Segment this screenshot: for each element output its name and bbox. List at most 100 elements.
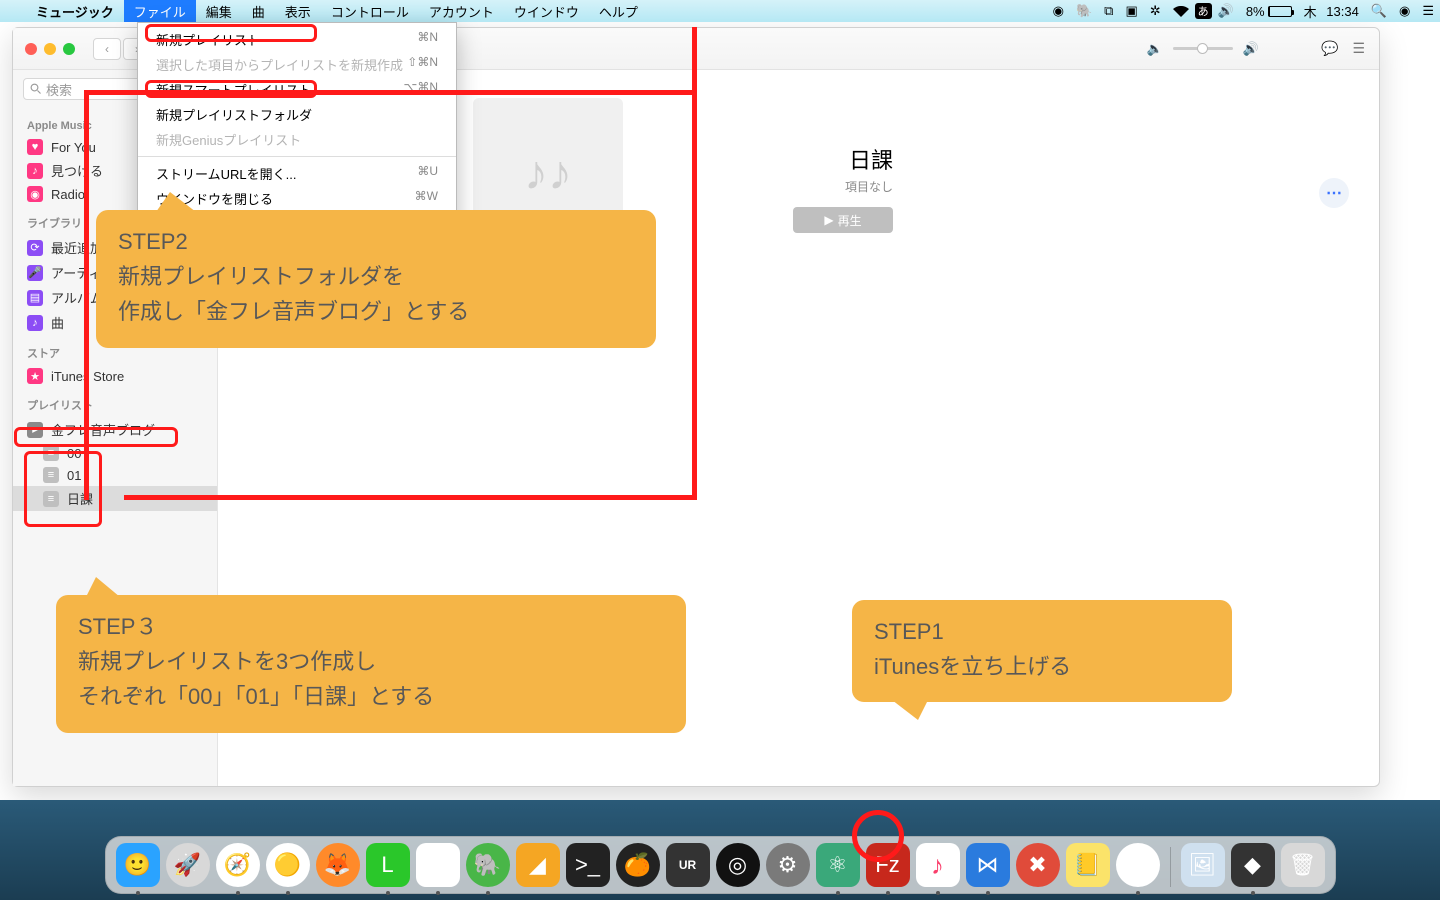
dock-inkscape[interactable]: ◆ bbox=[1231, 843, 1275, 887]
dock-app-orange[interactable]: ◢ bbox=[516, 843, 560, 887]
menu-コントロール[interactable]: コントロール bbox=[321, 0, 419, 22]
status-line-icon[interactable]: ◉ bbox=[1047, 3, 1070, 19]
star-icon: ★ bbox=[27, 368, 43, 384]
lyrics-icon[interactable]: 💬 bbox=[1321, 40, 1338, 57]
close-button[interactable] bbox=[25, 43, 37, 55]
back-button[interactable]: ‹ bbox=[93, 38, 121, 60]
dock-finder[interactable]: 🙂 bbox=[116, 843, 160, 887]
playlist-info: 日課 項目なし ▶ 再生 bbox=[793, 143, 893, 233]
album-icon: ▤ bbox=[27, 290, 43, 306]
menu-編集[interactable]: 編集 bbox=[196, 0, 242, 22]
menu-ファイル[interactable]: ファイル bbox=[124, 0, 196, 22]
dock-ur242[interactable]: UR bbox=[666, 843, 710, 887]
volume-high-icon: 🔊 bbox=[1243, 41, 1259, 57]
menu-アカウント[interactable]: アカウント bbox=[419, 0, 504, 22]
list-icon: ≡ bbox=[43, 467, 59, 483]
app-menu[interactable]: ミュージック bbox=[26, 0, 124, 22]
status-volume-icon[interactable]: 🔊 bbox=[1212, 3, 1240, 19]
dock-chrome[interactable]: 🟡 bbox=[266, 843, 310, 887]
sidebar-item-金フレ音声ブログ[interactable]: ▸ 金フレ音声ブログ bbox=[13, 417, 217, 442]
sidebar-item-label: iTunes Store bbox=[51, 369, 124, 384]
sidebar-item-label: 曲 bbox=[51, 313, 64, 332]
sidebar-item-00[interactable]: ≡ 00 bbox=[13, 442, 217, 464]
volume-control[interactable]: 🔈 🔊 bbox=[1147, 41, 1259, 57]
sidebar-item-label: 00 bbox=[67, 446, 81, 461]
menu-ウインドウ[interactable]: ウインドウ bbox=[504, 0, 589, 22]
sidebar-section-プレイリスト: プレイリスト bbox=[13, 387, 217, 417]
dock-simplenote[interactable]: ◐ bbox=[1116, 843, 1160, 887]
menu-曲[interactable]: 曲 bbox=[242, 0, 275, 22]
dock-notes[interactable]: 📒 bbox=[1066, 843, 1110, 887]
dock: 🙂🚀🧭🟡🦊L✳︎🐘◢>_🍊UR◎⚙︎⚛︎Fz♪⋈✖︎📒◐ 🖼◆🗑 bbox=[0, 836, 1440, 894]
callout-step1: STEP1 iTunesを立ち上げる bbox=[852, 600, 1232, 702]
maximize-button[interactable] bbox=[63, 43, 75, 55]
battery-percent: 8% bbox=[1246, 4, 1265, 19]
clock-icon: ⟳ bbox=[27, 240, 43, 256]
dock-filezilla[interactable]: Fz bbox=[866, 843, 910, 887]
sidebar-item-label: 見つける bbox=[51, 161, 103, 180]
status-dropbox-icon[interactable]: ⧉ bbox=[1098, 3, 1119, 19]
dock-trash[interactable]: 🗑 bbox=[1281, 843, 1325, 887]
dock-settings[interactable]: ⚙︎ bbox=[766, 843, 810, 887]
traffic-lights bbox=[13, 43, 75, 55]
status-ime-icon[interactable]: あ bbox=[1195, 3, 1212, 19]
status-wifi-icon[interactable] bbox=[1167, 6, 1195, 17]
menu-item-新規スマートプレイリスト...[interactable]: 新規スマートプレイリスト...⌥⌘N bbox=[138, 77, 456, 102]
dock-line[interactable]: L bbox=[366, 843, 410, 887]
menu-ヘルプ[interactable]: ヘルプ bbox=[589, 0, 648, 22]
status-evernote-icon[interactable]: 🐘 bbox=[1070, 3, 1098, 19]
sidebar-item-01[interactable]: ≡01 bbox=[13, 464, 217, 486]
menu-item-新規プレイリストフォルダ[interactable]: 新規プレイリストフォルダ bbox=[138, 102, 456, 127]
more-button[interactable]: ⋯ bbox=[1319, 178, 1349, 208]
sidebar-item-label: Radio bbox=[51, 187, 85, 202]
sidebar-item-iTunes Store[interactable]: ★ iTunes Store bbox=[13, 365, 217, 387]
dock-preview[interactable]: 🖼 bbox=[1181, 843, 1225, 887]
dock-app-black[interactable]: ◎ bbox=[716, 843, 760, 887]
status-clock[interactable]: 木 13:34 bbox=[1298, 2, 1365, 21]
dock-launchpad[interactable]: 🚀 bbox=[166, 843, 210, 887]
heart-icon: ♥ bbox=[27, 139, 43, 155]
callout-step2: STEP2 新規プレイリストフォルダを 作成し「金フレ音声ブログ」とする bbox=[96, 210, 656, 348]
callout-step3: STEP３ 新規プレイリストを3つ作成し それぞれ「00」「01」「日課」とする bbox=[56, 595, 686, 733]
menu-item-新規Geniusプレイリスト: 新規Geniusプレイリスト bbox=[138, 127, 456, 152]
spotlight-icon[interactable]: 🔍 bbox=[1365, 3, 1393, 19]
play-button[interactable]: ▶ 再生 bbox=[793, 207, 893, 233]
dock-vscode[interactable]: ⋈ bbox=[966, 843, 1010, 887]
playlist-title: 日課 bbox=[793, 143, 893, 175]
menu-item-新規プレイリスト[interactable]: 新規プレイリスト⌘N bbox=[138, 27, 456, 52]
dock-slack[interactable]: ✳︎ bbox=[416, 843, 460, 887]
folder-icon: ▸ bbox=[27, 422, 43, 438]
sidebar-item-label: 金フレ音声ブログ bbox=[51, 420, 155, 439]
dock-evernote[interactable]: 🐘 bbox=[466, 843, 510, 887]
volume-low-icon: 🔈 bbox=[1147, 41, 1163, 57]
status-battery[interactable]: 8% bbox=[1240, 4, 1298, 19]
playlist-subtitle: 項目なし bbox=[793, 178, 893, 195]
dock-firefox[interactable]: 🦊 bbox=[316, 843, 360, 887]
queue-icon[interactable]: ☰ bbox=[1352, 40, 1365, 57]
dock-separator bbox=[1170, 847, 1171, 887]
list-icon: ≡ bbox=[43, 491, 59, 507]
dock-terminal[interactable]: >_ bbox=[566, 843, 610, 887]
notification-center-icon[interactable]: ☰ bbox=[1416, 3, 1440, 19]
siri-icon[interactable]: ◉ bbox=[1393, 3, 1416, 19]
sidebar-item-label: For You bbox=[51, 140, 96, 155]
sidebar-item-日課[interactable]: ≡ 日課 bbox=[13, 486, 217, 511]
dock-music[interactable]: ♪ bbox=[916, 843, 960, 887]
sidebar-item-label: 日課 bbox=[67, 489, 93, 508]
menu-表示[interactable]: 表示 bbox=[275, 0, 321, 22]
mic-icon: 🎤 bbox=[27, 265, 43, 281]
status-bluetooth-icon[interactable]: ✲ bbox=[1144, 3, 1167, 19]
menu-item-ストリームURLを開く...[interactable]: ストリームURLを開く...⌘U bbox=[138, 161, 456, 186]
battery-icon bbox=[1268, 6, 1292, 17]
status-app-icon[interactable]: ▣ bbox=[1119, 3, 1143, 19]
note-icon: ♪ bbox=[27, 163, 43, 179]
dock-safari[interactable]: 🧭 bbox=[216, 843, 260, 887]
radio-icon: ◉ bbox=[27, 186, 43, 202]
dock-atom[interactable]: ⚛︎ bbox=[816, 843, 860, 887]
volume-slider[interactable] bbox=[1173, 47, 1233, 50]
list-icon: ≡ bbox=[43, 445, 59, 461]
dock-app-red[interactable]: ✖︎ bbox=[1016, 843, 1060, 887]
minimize-button[interactable] bbox=[44, 43, 56, 55]
dock-flstudio[interactable]: 🍊 bbox=[616, 843, 660, 887]
menu-item-選択した項目からプレイリストを新規作成: 選択した項目からプレイリストを新規作成⇧⌘N bbox=[138, 52, 456, 77]
